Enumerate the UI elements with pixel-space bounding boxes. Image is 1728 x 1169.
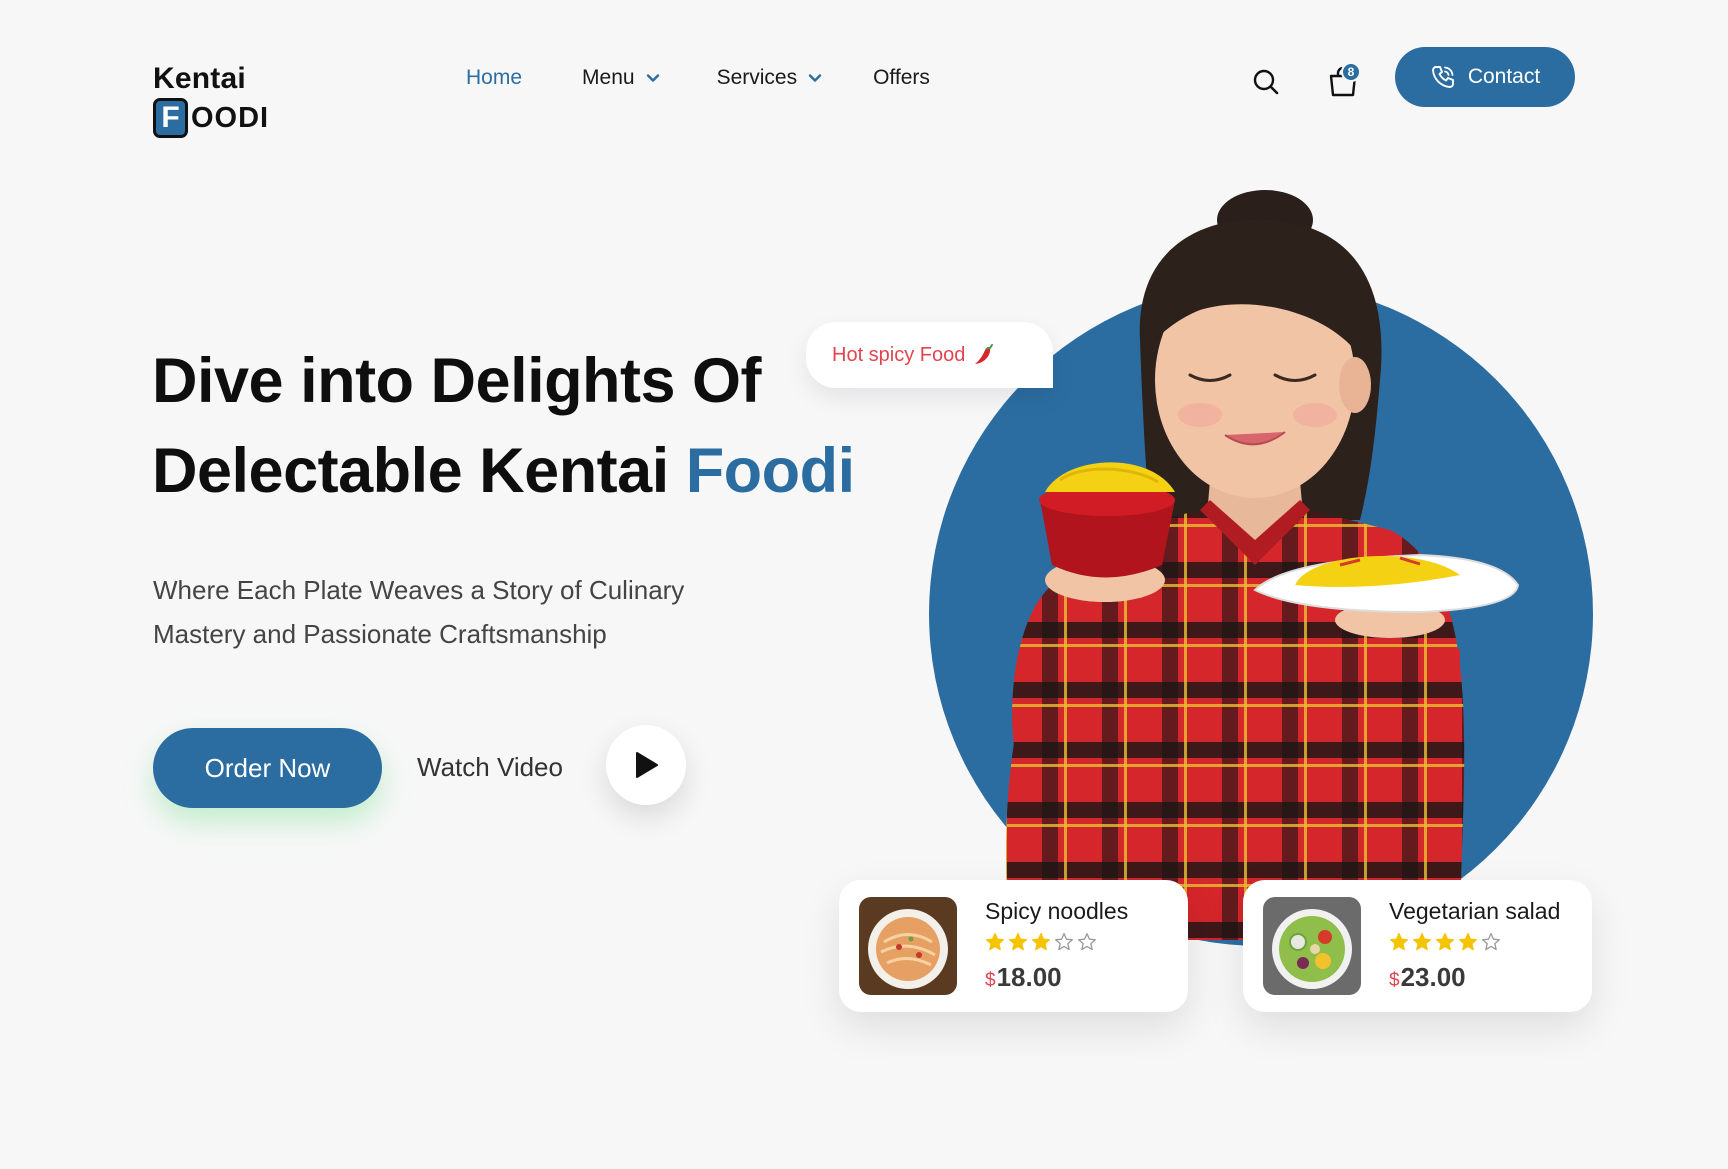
currency-symbol: $: [1389, 970, 1400, 991]
brand-initial-badge: F: [153, 98, 188, 138]
hero-title-accent: Foodi: [685, 436, 855, 506]
nav-item-menu[interactable]: Menu: [582, 66, 661, 90]
nav-item-label: Home: [466, 66, 523, 89]
price-value: 23.00: [1400, 962, 1466, 992]
star-filled-icon: [1009, 933, 1027, 951]
order-now-label: Order Now: [204, 752, 331, 783]
product-price: $18.00: [985, 962, 1062, 993]
nav-item-offers[interactable]: Offers: [873, 66, 930, 90]
product-rating: [985, 932, 1100, 952]
nav-item-label: Offers: [873, 66, 930, 89]
hero-title-line1: Dive into Delights Of: [152, 346, 762, 416]
search-icon[interactable]: [1252, 68, 1280, 96]
nav-item-label: Services: [716, 66, 798, 89]
star-filled-icon: [986, 933, 1004, 951]
nav-item-label: Menu: [582, 66, 635, 89]
order-now-button[interactable]: Order Now: [153, 728, 382, 808]
product-card-vegetarian-salad[interactable]: Vegetarian salad $23.00: [1243, 880, 1592, 1012]
product-card-spicy-noodles[interactable]: Spicy noodles $18.00: [839, 880, 1188, 1012]
chevron-down-icon: [808, 74, 822, 82]
hot-spicy-food-tag: Hot spicy Food: [806, 322, 1053, 388]
contact-button-label: Contact: [1467, 65, 1541, 88]
product-name: Spicy noodles: [985, 898, 1129, 924]
currency-symbol: $: [985, 970, 996, 991]
brand-name-line2: OODI: [191, 101, 270, 134]
hero-subtitle-line1: Where Each Plate Weaves a Story of Culin…: [153, 575, 685, 605]
product-rating: [1389, 932, 1504, 952]
play-icon: [636, 752, 658, 778]
chevron-down-icon: [646, 74, 659, 82]
play-video-button[interactable]: [606, 725, 686, 805]
star-empty-icon: [1055, 933, 1073, 951]
star-empty-icon: [1078, 933, 1096, 951]
hero-person-image: [1005, 190, 1520, 940]
star-filled-icon: [1459, 933, 1477, 951]
hero-subtitle-line2: Mastery and Passionate Craftsmanship: [153, 619, 607, 649]
hero-subtitle: Where Each Plate Weaves a Story of Culin…: [153, 568, 773, 656]
phone-icon: [1431, 66, 1454, 88]
hot-tag-label: Hot spicy Food: [832, 343, 966, 366]
hero-title-line2: Delectable Kentai: [152, 436, 686, 506]
star-empty-icon: [1482, 933, 1500, 951]
main-nav: Home Menu Services Offers: [466, 66, 930, 90]
brand-logo[interactable]: Kentai F OODI: [153, 62, 273, 140]
brand-name-line1: Kentai: [153, 62, 246, 95]
watch-video-link[interactable]: Watch Video: [417, 752, 563, 783]
star-filled-icon: [1436, 933, 1454, 951]
star-filled-icon: [1390, 933, 1408, 951]
star-filled-icon: [1413, 933, 1431, 951]
nav-item-home[interactable]: Home: [466, 66, 522, 90]
product-price: $23.00: [1389, 962, 1466, 993]
product-name: Vegetarian salad: [1389, 898, 1561, 924]
star-filled-icon: [1032, 933, 1050, 951]
contact-button[interactable]: Contact: [1395, 47, 1575, 107]
nav-item-services[interactable]: Services: [717, 66, 824, 90]
spicy-noodles-image: [859, 897, 957, 995]
chili-icon: [975, 344, 994, 364]
cart-count-badge: 8: [1341, 62, 1361, 82]
hero-title: Dive into Delights Of Delectable Kentai …: [152, 336, 912, 516]
price-value: 18.00: [996, 962, 1062, 992]
vegetarian-salad-image: [1263, 897, 1361, 995]
